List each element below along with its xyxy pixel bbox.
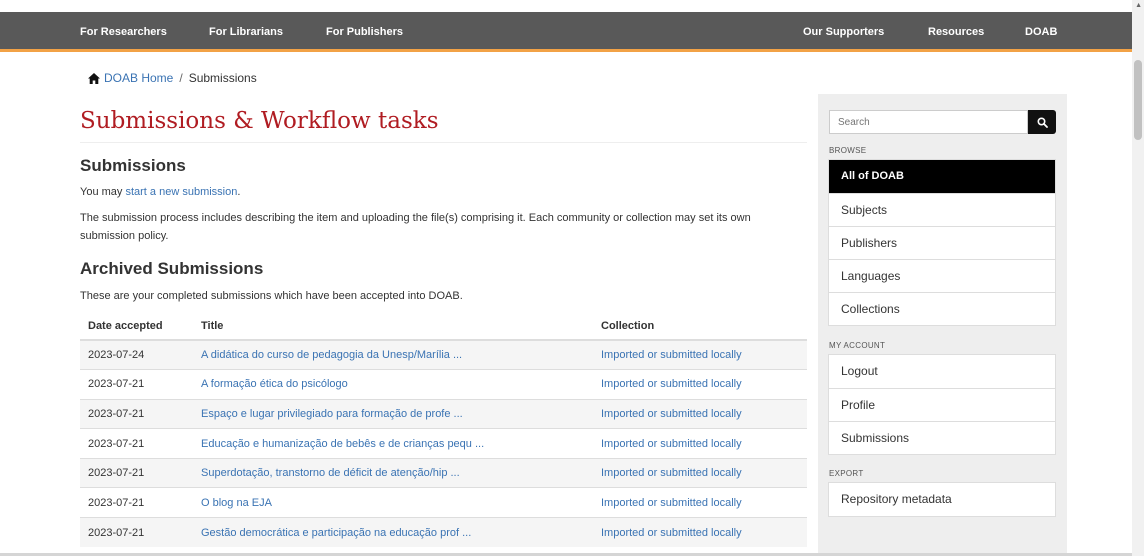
table-row: 2023-07-21 Gestão democrática e particip… [80,517,807,548]
table-row: 2023-07-21 Superdotação, transtorno de d… [80,457,807,488]
submissions-heading: Submissions [80,156,186,175]
export-repository-metadata[interactable]: Repository metadata [829,483,1055,516]
nav-for-librarians[interactable]: For Librarians [209,12,283,52]
archived-submissions-table: Date accepted Title Collection 2023-07-2… [80,312,807,548]
browse-subjects[interactable]: Subjects [829,193,1055,226]
title-divider [80,142,807,143]
breadcrumb-current: Submissions [188,71,257,85]
browse-collections[interactable]: Collections [829,292,1055,325]
breadcrumb: DOAB Home / Submissions [88,71,257,85]
table-row: 2023-07-21 A formação ética do psicólogo… [80,369,807,400]
export-menu: Repository metadata [828,482,1056,517]
row-title-link[interactable]: Educação e humanização de bebês e de cri… [201,438,484,450]
browse-label: BROWSE [829,146,867,155]
row-title-link[interactable]: A didática do curso de pedagogia da Unes… [201,349,462,361]
row-title-link[interactable]: Superdotação, transtorno de déficit de a… [201,467,460,479]
row-collection-link[interactable]: Imported or submitted locally [601,527,742,539]
table-row: 2023-07-21 Espaço e lugar privilegiado p… [80,398,807,429]
row-date: 2023-07-21 [80,457,193,488]
browser-top-strip [0,0,1144,12]
browse-languages[interactable]: Languages [829,259,1055,292]
row-date: 2023-07-21 [80,428,193,459]
table-row: 2023-07-24 A didática do curso de pedago… [80,339,807,370]
column-title: Title [193,312,593,341]
row-date: 2023-07-21 [80,398,193,429]
row-title-link[interactable]: Gestão democrática e participação na edu… [201,527,471,539]
vertical-scrollbar[interactable]: ▲ [1132,0,1144,556]
account-profile[interactable]: Profile [829,388,1055,421]
account-submissions[interactable]: Submissions [829,421,1055,454]
column-date-accepted: Date accepted [80,312,193,341]
intro-suffix: . [237,186,241,198]
page-title: Submissions & Workflow tasks [80,108,439,134]
archived-description: These are your completed submissions whi… [80,290,463,302]
row-title-link[interactable]: Espaço e lugar privilegiado para formaçã… [201,408,463,420]
row-collection-link[interactable]: Imported or submitted locally [601,467,742,479]
search-button[interactable] [1028,110,1056,134]
browse-publishers[interactable]: Publishers [829,226,1055,259]
intro-prefix: You may [80,186,126,198]
scroll-up-icon[interactable]: ▲ [1135,2,1142,10]
top-navbar: For Researchers For Librarians For Publi… [0,12,1132,52]
breadcrumb-home-link[interactable]: DOAB Home [104,71,173,85]
breadcrumb-separator: / [179,71,183,85]
row-date: 2023-07-21 [80,487,193,518]
column-collection: Collection [593,312,807,341]
start-new-submission-link[interactable]: start a new submission [125,186,237,198]
export-label: EXPORT [829,469,864,478]
archived-submissions-heading: Archived Submissions [80,259,264,278]
search-input[interactable] [829,110,1028,134]
home-icon [88,73,100,84]
row-collection-link[interactable]: Imported or submitted locally [601,438,742,450]
table-header-row: Date accepted Title Collection [80,312,807,341]
nav-resources[interactable]: Resources [928,12,984,52]
submissions-description: The submission process includes describi… [80,212,751,242]
scrollbar-thumb[interactable] [1134,60,1142,140]
browse-menu: All of DOAB Subjects Publishers Language… [828,159,1056,326]
row-collection-link[interactable]: Imported or submitted locally [601,408,742,420]
my-account-label: MY ACCOUNT [829,341,886,350]
row-title-link[interactable]: O blog na EJA [201,497,272,509]
nav-for-publishers[interactable]: For Publishers [326,12,403,52]
table-row: 2023-07-21 O blog na EJA Imported or sub… [80,487,807,518]
account-logout[interactable]: Logout [829,355,1055,388]
nav-for-researchers[interactable]: For Researchers [80,12,167,52]
submissions-intro: You may start a new submission. [80,183,807,201]
row-date: 2023-07-24 [80,339,193,370]
row-title-link[interactable]: A formação ética do psicólogo [201,378,348,390]
account-menu: Logout Profile Submissions [828,354,1056,455]
nav-doab[interactable]: DOAB [1025,12,1057,52]
row-collection-link[interactable]: Imported or submitted locally [601,378,742,390]
row-date: 2023-07-21 [80,517,193,548]
search-icon [1036,116,1048,128]
browse-all-of-doab[interactable]: All of DOAB [829,160,1055,193]
row-date: 2023-07-21 [80,369,193,400]
nav-our-supporters[interactable]: Our Supporters [803,12,884,52]
table-row: 2023-07-21 Educação e humanização de beb… [80,428,807,459]
row-collection-link[interactable]: Imported or submitted locally [601,497,742,509]
row-collection-link[interactable]: Imported or submitted locally [601,349,742,361]
